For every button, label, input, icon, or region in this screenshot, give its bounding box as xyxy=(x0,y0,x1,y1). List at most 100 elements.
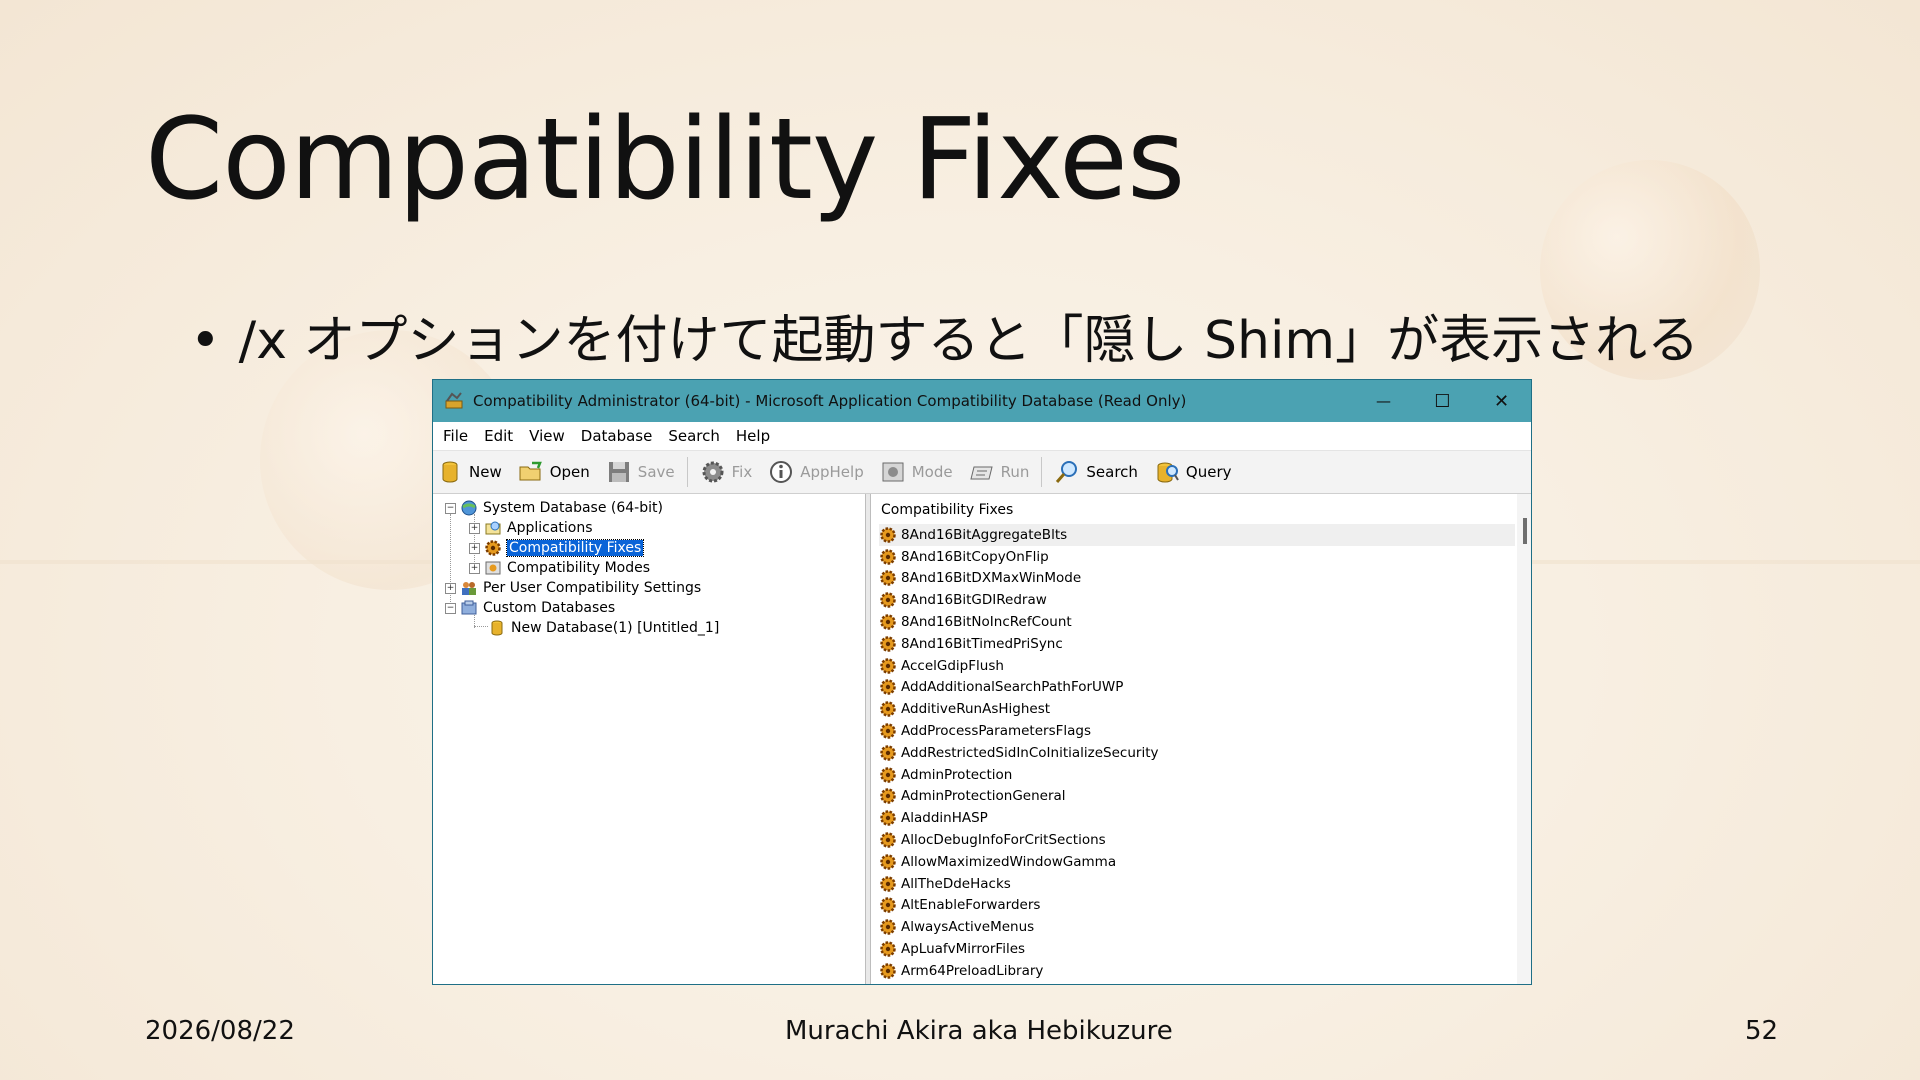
list-item[interactable]: ApLuafvMirrorFiles xyxy=(879,938,1515,960)
list-item[interactable]: AdminProtection xyxy=(879,764,1515,786)
list-item-label: 8And16BitAggregateBlts xyxy=(901,526,1068,543)
mode-icon xyxy=(882,462,904,482)
gear-icon xyxy=(880,570,896,587)
list-item[interactable]: AdminProtectionGeneral xyxy=(879,786,1515,808)
list-item[interactable]: AddProcessParametersFlags xyxy=(879,720,1515,742)
database-tree[interactable]: − System Database (64-bit) + Application… xyxy=(433,494,866,984)
list-item[interactable]: AccelGdipFlush xyxy=(879,655,1515,677)
database-icon xyxy=(491,620,503,636)
list-item-label: AllocDebugInfoForCritSections xyxy=(901,832,1106,849)
search-button[interactable]: Search xyxy=(1050,459,1138,485)
vertical-scrollbar[interactable] xyxy=(1517,494,1531,984)
menu-search[interactable]: Search xyxy=(668,427,720,445)
list-item-label: 8And16BitTimedPriSync xyxy=(901,635,1063,652)
tree-item-applications[interactable]: + Applications xyxy=(469,518,593,538)
bullet-item: • /x オプションを付けて起動すると「隠し Shim」が表示される xyxy=(190,298,1699,373)
title-bar[interactable]: Compatibility Administrator (64-bit) - M… xyxy=(433,380,1531,422)
save-button[interactable]: Save xyxy=(602,459,675,485)
scrollbar-thumb[interactable] xyxy=(1523,518,1527,544)
fix-button[interactable]: Fix xyxy=(696,459,753,485)
fixes-list-pane[interactable]: Compatibility Fixes 8And16BitAggregateBl… xyxy=(871,494,1531,984)
list-item[interactable]: AltEnableForwarders xyxy=(879,895,1515,917)
gear-icon xyxy=(880,701,896,718)
menu-file[interactable]: File xyxy=(443,427,468,445)
fixes-list: 8And16BitAggregateBlts 8And16BitCopyOnFli… xyxy=(879,524,1515,982)
list-item-label: AddRestrictedSidInCoInitializeSecurity xyxy=(901,744,1159,761)
list-item-label: AlwaysActiveMenus xyxy=(901,919,1035,936)
list-item[interactable]: AllowMaximizedWindowGamma xyxy=(879,851,1515,873)
list-item[interactable]: AllTheDdeHacks xyxy=(879,873,1515,895)
search-icon xyxy=(1056,461,1078,483)
list-item[interactable]: AdditiveRunAsHighest xyxy=(879,698,1515,720)
gear-icon xyxy=(880,636,896,652)
gear-icon xyxy=(880,679,896,696)
run-label: Run xyxy=(1000,463,1030,481)
gear-icon xyxy=(880,592,896,609)
list-item[interactable]: AlwaysActiveMenus xyxy=(879,916,1515,938)
list-item[interactable]: AllocDebugInfoForCritSections xyxy=(879,829,1515,851)
close-button[interactable]: ✕ xyxy=(1472,380,1531,422)
menu-bar: File Edit View Database Search Help xyxy=(433,422,1531,451)
new-label: New xyxy=(469,463,502,481)
menu-database[interactable]: Database xyxy=(581,427,653,445)
list-item[interactable]: 8And16BitTimedPriSync xyxy=(879,633,1515,655)
tree-item-custom-databases[interactable]: − Custom Databases xyxy=(445,598,615,618)
gear-icon xyxy=(880,875,896,892)
menu-edit[interactable]: Edit xyxy=(484,427,513,445)
tree-item-compatibility-fixes[interactable]: + Compatibility Fixes xyxy=(469,538,645,558)
expand-icon[interactable]: + xyxy=(469,542,480,554)
tree-item-per-user-settings[interactable]: + Per User Compatibility Settings xyxy=(445,578,701,598)
run-button[interactable]: Run xyxy=(965,459,1030,485)
open-button[interactable]: Open xyxy=(514,459,590,485)
query-icon xyxy=(1157,462,1179,483)
tree-label: Custom Databases xyxy=(483,600,616,616)
mode-button[interactable]: Mode xyxy=(876,459,953,485)
collapse-icon[interactable]: − xyxy=(445,502,456,514)
list-item[interactable]: 8And16BitAggregateBlts xyxy=(879,524,1515,546)
footer-date: 2026/08/22 xyxy=(145,1016,295,1046)
gear-icon xyxy=(880,810,896,826)
gear-icon xyxy=(880,548,896,565)
toolbar: New Open Save Fix AppHelp Mode Run Searc… xyxy=(433,451,1531,494)
tree-item-new-database[interactable]: New Database(1) [Untitled_1] xyxy=(488,618,719,638)
toolbar-separator xyxy=(686,457,688,487)
query-button[interactable]: Query xyxy=(1150,459,1232,485)
maximize-button[interactable]: ☐ xyxy=(1413,380,1472,422)
expand-icon[interactable]: + xyxy=(469,562,480,574)
list-item-label: AddProcessParametersFlags xyxy=(901,723,1092,740)
list-item[interactable]: Arm64PreloadLibrary xyxy=(879,960,1515,982)
list-item[interactable]: AladdinHASP xyxy=(879,807,1515,829)
menu-view[interactable]: View xyxy=(529,427,565,445)
main-panes: − System Database (64-bit) + Application… xyxy=(433,494,1531,984)
list-item[interactable]: 8And16BitDXMaxWinMode xyxy=(879,568,1515,590)
list-item[interactable]: 8And16BitGDIRedraw xyxy=(879,589,1515,611)
gear-icon xyxy=(880,897,896,914)
apphelp-label: AppHelp xyxy=(800,463,864,481)
list-item-label: 8And16BitGDIRedraw xyxy=(901,592,1047,609)
fix-label: Fix xyxy=(731,463,753,481)
close-icon: ✕ xyxy=(1493,390,1510,412)
mode-icon xyxy=(485,561,501,575)
globe-database-icon xyxy=(461,500,477,516)
tree-label: Compatibility Modes xyxy=(507,560,651,576)
list-item[interactable]: 8And16BitCopyOnFlip xyxy=(879,546,1515,568)
gear-icon xyxy=(880,766,896,783)
gear-icon xyxy=(880,745,896,761)
list-item[interactable]: 8And16BitNoIncRefCount xyxy=(879,611,1515,633)
tree-label: System Database (64-bit) xyxy=(483,500,663,516)
list-item[interactable]: AddRestrictedSidInCoInitializeSecurity xyxy=(879,742,1515,764)
minimize-button[interactable]: — xyxy=(1354,380,1413,422)
tree-item-compatibility-modes[interactable]: + Compatibility Modes xyxy=(469,558,650,578)
list-item-label: AdditiveRunAsHighest xyxy=(901,701,1051,718)
expand-icon[interactable]: + xyxy=(445,582,456,594)
collapse-icon[interactable]: − xyxy=(445,602,456,614)
expand-icon[interactable]: + xyxy=(469,522,480,534)
slide-title: Compatibility Fixes xyxy=(145,95,1185,225)
list-item[interactable]: AddAdditionalSearchPathForUWP xyxy=(879,677,1515,699)
new-button[interactable]: New xyxy=(433,459,502,485)
apphelp-button[interactable]: AppHelp xyxy=(764,459,864,485)
tree-item-system-database[interactable]: − System Database (64-bit) xyxy=(445,498,663,518)
run-icon xyxy=(969,466,993,480)
gear-icon xyxy=(880,527,896,543)
menu-help[interactable]: Help xyxy=(736,427,770,445)
